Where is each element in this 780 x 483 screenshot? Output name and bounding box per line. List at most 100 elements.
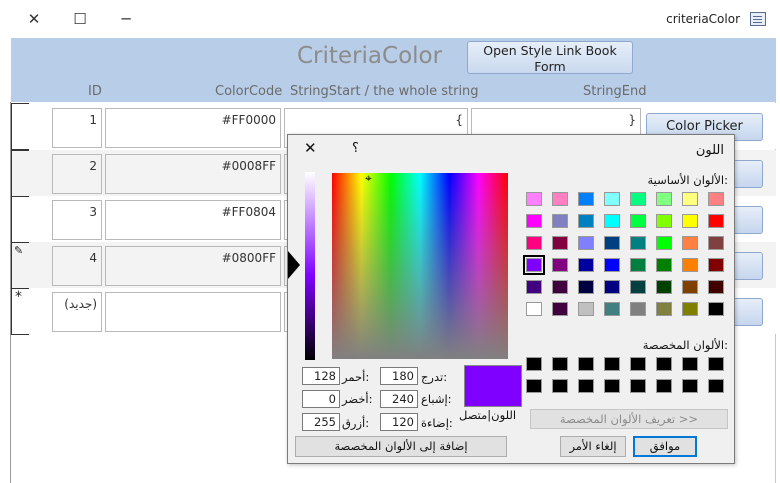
basic-color-swatch[interactable] [552,214,568,228]
id-field[interactable]: 3 [52,200,102,240]
basic-color-swatch[interactable] [552,192,568,206]
basic-color-swatch[interactable] [604,280,620,294]
color-picker-button[interactable] [733,160,763,188]
basic-color-swatch[interactable] [604,192,620,206]
basic-color-swatch[interactable] [578,236,594,250]
custom-color-swatch[interactable] [578,357,594,371]
basic-color-swatch[interactable] [630,258,646,272]
basic-color-swatch[interactable] [552,258,568,272]
basic-color-swatch[interactable] [604,258,620,272]
color-picker-button[interactable] [733,298,763,326]
color-picker-button[interactable] [733,252,763,280]
luminance-arrow-icon[interactable] [288,251,300,279]
record-selector[interactable] [11,150,29,197]
basic-color-swatch[interactable] [578,258,594,272]
colorcode-field[interactable]: #FF0804 [105,200,281,240]
basic-color-swatch[interactable] [604,302,620,316]
ok-button[interactable]: موافق [633,436,697,457]
luminance-slider[interactable] [305,172,315,360]
lum-field[interactable]: 120 [380,413,418,431]
basic-color-swatch[interactable] [682,236,698,250]
basic-color-swatch[interactable] [708,280,724,294]
colorcode-field[interactable]: #FF0000 [105,108,281,148]
record-selector[interactable] [11,103,29,150]
sat-field[interactable]: 240 [380,390,418,408]
basic-color-swatch[interactable] [526,302,542,316]
basic-color-swatch[interactable] [630,302,646,316]
basic-color-swatch[interactable] [552,280,568,294]
custom-color-swatch[interactable] [708,357,724,371]
basic-color-swatch[interactable] [708,214,724,228]
add-to-custom-colors-button[interactable]: إضافة إلى الألوان المخصصة [295,436,507,457]
red-field[interactable]: 128 [302,367,340,385]
basic-color-swatch[interactable] [682,192,698,206]
id-field[interactable]: 2 [52,154,102,194]
cancel-button[interactable]: إلغاء الأمر [560,436,626,457]
hue-field[interactable]: 180 [380,367,418,385]
custom-color-swatch[interactable] [708,379,724,393]
basic-color-swatch[interactable] [578,302,594,316]
basic-color-swatch[interactable] [656,214,672,228]
custom-color-swatch[interactable] [578,379,594,393]
help-button[interactable]: ؟ [352,141,359,156]
minimize-icon[interactable]: ─ [111,8,141,30]
basic-color-swatch[interactable] [656,258,672,272]
blue-field[interactable]: 255 [302,413,340,431]
define-custom-colors-button[interactable]: تعريف الألوان المخصصة >> [530,409,728,429]
basic-color-swatch[interactable] [604,214,620,228]
basic-color-swatch[interactable] [526,192,542,206]
basic-color-swatch[interactable] [552,302,568,316]
id-field-new[interactable]: (جديد) [52,292,102,332]
custom-color-swatch[interactable] [682,379,698,393]
close-icon[interactable]: ✕ [304,139,317,157]
basic-color-swatch[interactable] [578,192,594,206]
custom-color-swatch[interactable] [552,379,568,393]
basic-color-swatch[interactable] [523,255,545,275]
basic-color-swatch[interactable] [682,214,698,228]
custom-color-swatch[interactable] [682,357,698,371]
basic-color-swatch[interactable] [708,236,724,250]
basic-color-swatch[interactable] [630,192,646,206]
open-style-link-button[interactable]: Open Style Link Book Form [467,41,633,74]
basic-color-swatch[interactable] [604,236,620,250]
custom-color-swatch[interactable] [526,357,542,371]
basic-color-swatch[interactable] [656,302,672,316]
record-selector[interactable] [11,196,29,243]
colorcode-field[interactable]: #0008FF [105,154,281,194]
colorcode-field[interactable] [105,292,281,332]
basic-color-swatch[interactable] [526,214,542,228]
basic-color-swatch[interactable] [526,236,542,250]
basic-color-swatch[interactable] [656,280,672,294]
custom-color-swatch[interactable] [630,379,646,393]
close-icon[interactable]: ✕ [19,8,49,30]
maximize-icon[interactable]: ☐ [65,8,95,30]
green-field[interactable]: 0 [302,390,340,408]
color-spectrum[interactable] [332,173,508,359]
id-field[interactable]: 1 [52,108,102,148]
basic-color-swatch[interactable] [630,236,646,250]
basic-color-swatch[interactable] [682,258,698,272]
basic-color-swatch[interactable] [630,214,646,228]
basic-color-swatch[interactable] [526,280,542,294]
basic-color-swatch[interactable] [708,302,724,316]
custom-color-swatch[interactable] [630,357,646,371]
color-picker-button[interactable] [733,206,763,234]
custom-color-swatch[interactable] [604,379,620,393]
basic-color-swatch[interactable] [552,236,568,250]
basic-color-swatch[interactable] [708,192,724,206]
basic-color-swatch[interactable] [682,280,698,294]
basic-color-swatch[interactable] [708,258,724,272]
custom-color-swatch[interactable] [656,357,672,371]
basic-color-swatch[interactable] [578,280,594,294]
custom-color-swatch[interactable] [656,379,672,393]
basic-color-swatch[interactable] [656,236,672,250]
id-field[interactable]: 4 [52,246,102,286]
basic-color-swatch[interactable] [682,302,698,316]
colorcode-field[interactable]: #0800FF [105,246,281,286]
basic-color-swatch[interactable] [656,192,672,206]
custom-color-swatch[interactable] [604,357,620,371]
basic-color-swatch[interactable] [578,214,594,228]
custom-color-swatch[interactable] [552,357,568,371]
basic-color-swatch[interactable] [630,280,646,294]
custom-color-swatch[interactable] [526,379,542,393]
